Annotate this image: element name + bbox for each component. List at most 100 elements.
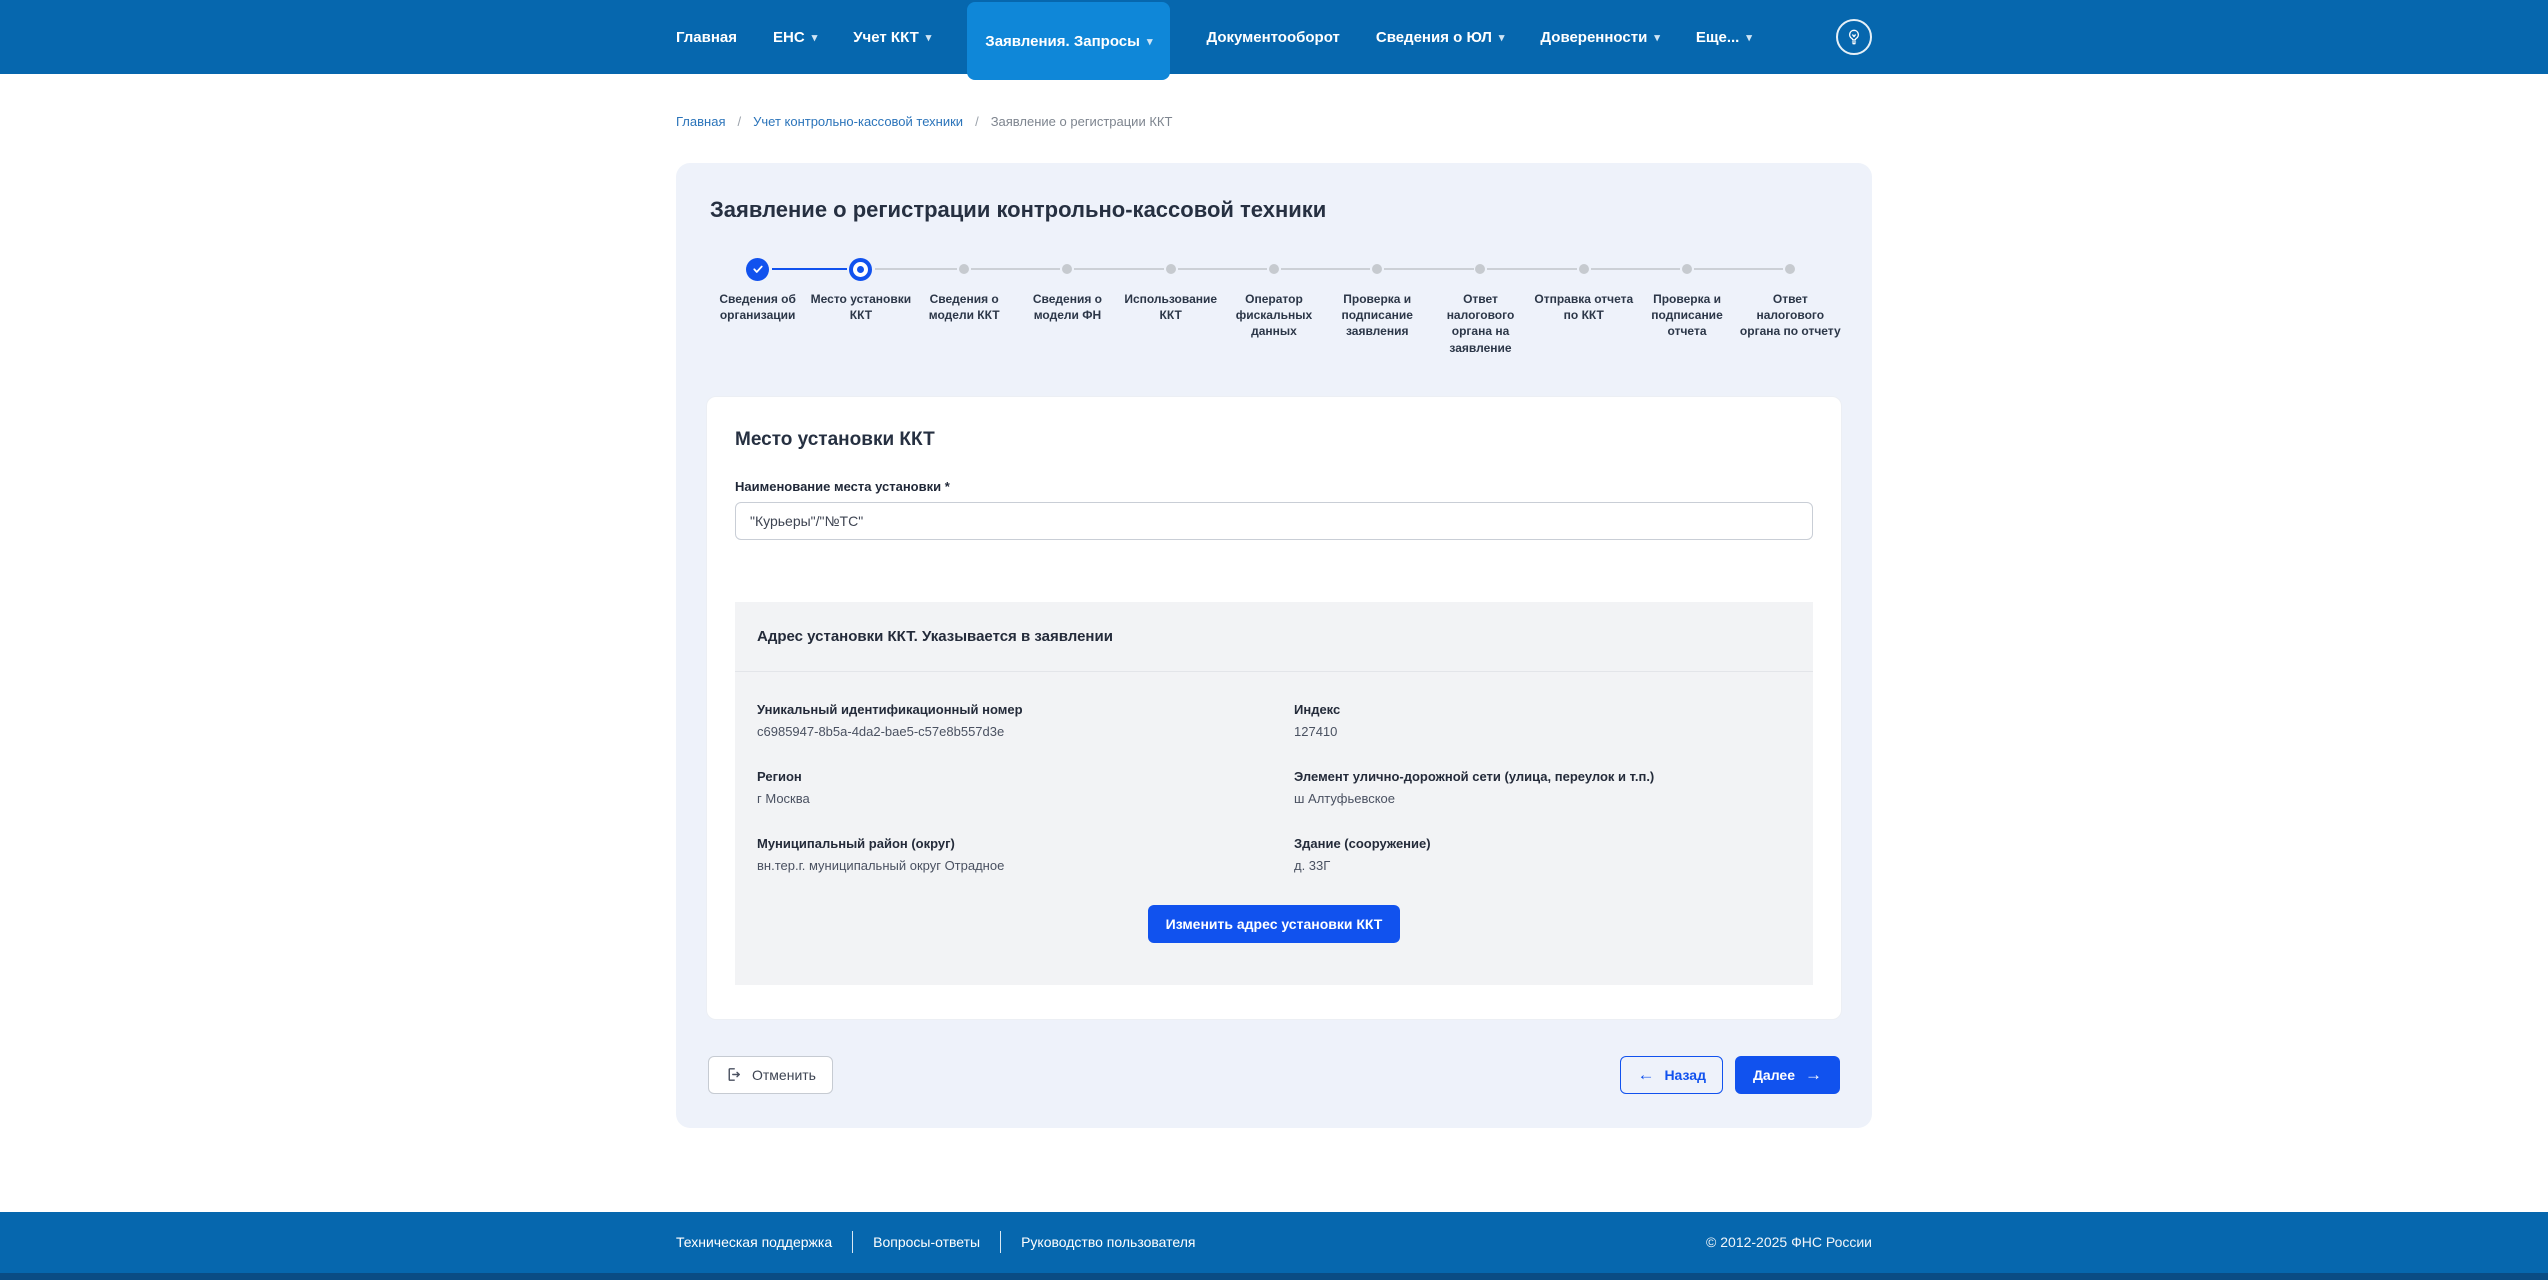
step-connector [1635, 268, 1680, 270]
step-dot-row [1326, 257, 1429, 281]
progress-stepper: Сведения об организацииМесто установки К… [706, 257, 1842, 356]
chevron-down-icon: ▾ [812, 31, 818, 44]
step-dot-row [1429, 257, 1532, 281]
breadcrumb-separator: / [737, 114, 741, 129]
address-field-value: г Москва [757, 791, 1254, 806]
step-label: Место установки ККТ [809, 291, 912, 323]
top-navbar: ГлавнаяЕНС▾Учет ККТ▾Заявления. Запросы▾Д… [0, 0, 2548, 74]
exit-icon [725, 1066, 742, 1083]
footer-bottom-strip [0, 1273, 2548, 1280]
back-button[interactable]: ← Назад [1620, 1056, 1723, 1094]
step-dot-row [1635, 257, 1738, 281]
nav-item-label: Доверенности [1540, 29, 1647, 46]
footer-link-1[interactable]: Техническая поддержка [676, 1234, 852, 1250]
install-place-name-label: Наименование места установки * [735, 479, 1813, 494]
form-actions: Отменить ← Назад Далее → [706, 1056, 1842, 1094]
address-field-label: Муниципальный район (округ) [757, 836, 1254, 851]
step-connector [1384, 268, 1429, 270]
section-title: Место установки ККТ [735, 429, 1813, 451]
nav-item-label: ЕНС [773, 29, 805, 46]
chevron-down-icon: ▾ [1147, 35, 1153, 48]
back-button-label: Назад [1664, 1067, 1706, 1083]
nav-item-label: Еще... [1696, 29, 1740, 46]
address-field-value: c6985947-8b5a-4da2-bae5-c57e8b557d3e [757, 724, 1254, 739]
nav-item-label: Документооборот [1206, 29, 1339, 46]
chevron-down-icon: ▾ [1746, 31, 1752, 44]
next-button-label: Далее [1753, 1067, 1795, 1083]
breadcrumb-item-2[interactable]: Учет контрольно-кассовой техники [753, 114, 963, 129]
footer-link-3[interactable]: Руководство пользователя [1001, 1234, 1215, 1250]
chevron-down-icon: ▾ [1499, 31, 1505, 44]
step-pending-dot [1579, 264, 1589, 274]
step-pending-dot [1062, 264, 1072, 274]
step-7-pending: Проверка и подписание заявления [1326, 257, 1429, 356]
address-field: Регионг Москва [757, 769, 1254, 806]
address-field-label: Элемент улично-дорожной сети (улица, пер… [1294, 769, 1791, 784]
step-4-pending: Сведения о модели ФН [1016, 257, 1119, 356]
footer-links: Техническая поддержкаВопросы-ответыРуков… [676, 1231, 1215, 1253]
step-connector [1532, 268, 1577, 270]
arrow-left-icon: ← [1637, 1066, 1654, 1083]
install-place-name-input[interactable] [735, 502, 1813, 540]
step-dot-row [706, 257, 809, 281]
step-dot-row [1016, 257, 1119, 281]
nav-item-8[interactable]: Еще... ▾ [1696, 0, 1752, 74]
breadcrumb: Главная / Учет контрольно-кассовой техники… [676, 74, 1872, 129]
step-pending-dot [1166, 264, 1176, 274]
step-dot-row [809, 257, 912, 281]
step-pending-dot [1682, 264, 1692, 274]
footer-link-2[interactable]: Вопросы-ответы [853, 1234, 1000, 1250]
breadcrumb-item-3: Заявление о регистрации ККТ [991, 114, 1173, 129]
step-6-pending: Оператор фискальных данных [1222, 257, 1325, 356]
step-label: Ответ налогового органа на заявление [1429, 291, 1532, 356]
nav-item-2[interactable]: ЕНС ▾ [773, 0, 817, 74]
step-connector [1074, 268, 1119, 270]
step-3-pending: Сведения о модели ККТ [913, 257, 1016, 356]
step-label: Сведения о модели ККТ [913, 291, 1016, 323]
next-button[interactable]: Далее → [1735, 1056, 1840, 1094]
copyright: © 2012-2025 ФНС России [1706, 1234, 1872, 1250]
nav-item-7[interactable]: Доверенности ▾ [1540, 0, 1659, 74]
address-field: Элемент улично-дорожной сети (улица, пер… [1294, 769, 1791, 806]
step-dot-row [1222, 257, 1325, 281]
step-1-completed[interactable]: Сведения об организации [706, 257, 809, 356]
application-card: Заявление о регистрации контрольно-кассо… [676, 163, 1872, 1128]
change-address-button[interactable]: Изменить адрес установки ККТ [1148, 905, 1401, 943]
arrow-right-icon: → [1805, 1066, 1822, 1083]
step-connector [1326, 268, 1371, 270]
step-dot-row [913, 257, 1016, 281]
nav-item-3[interactable]: Учет ККТ▾ [853, 0, 931, 74]
step-label: Отправка отчета по ККТ [1532, 291, 1635, 323]
step-connector [1429, 268, 1474, 270]
step-connector [1739, 268, 1784, 270]
breadcrumb-item-1[interactable]: Главная [676, 114, 725, 129]
step-dot-row [1119, 257, 1222, 281]
step-connector [1281, 268, 1326, 270]
address-field-value: 127410 [1294, 724, 1791, 739]
step-active-icon [849, 258, 872, 281]
cancel-button[interactable]: Отменить [708, 1056, 833, 1094]
step-completed-icon [746, 258, 769, 281]
nav-item-4[interactable]: Заявления. Запросы▾ [967, 2, 1170, 80]
chevron-down-icon: ▾ [926, 31, 932, 44]
address-field: Муниципальный район (округ)вн.тер.г. мун… [757, 836, 1254, 873]
chevron-down-icon: ▾ [1654, 31, 1660, 44]
step-connector [1591, 268, 1636, 270]
step-connector [1487, 268, 1532, 270]
step-connector [1119, 268, 1164, 270]
nav-item-1[interactable]: Главная [676, 0, 737, 74]
step-connector [913, 268, 958, 270]
step-label: Сведения об организации [706, 291, 809, 323]
main-menu: ГлавнаяЕНС▾Учет ККТ▾Заявления. Запросы▾Д… [676, 0, 1752, 80]
nav-item-5[interactable]: Документооборот [1206, 0, 1339, 74]
nav-item-6[interactable]: Сведения о ЮЛ ▾ [1376, 0, 1505, 74]
address-block-title: Адрес установки ККТ. Указывается в заявл… [735, 602, 1813, 672]
nav-item-label: Сведения о ЮЛ [1376, 29, 1492, 46]
page-body: Главная / Учет контрольно-кассовой техники… [0, 74, 2548, 1128]
step-9-pending: Отправка отчета по ККТ [1532, 257, 1635, 356]
step-2-active[interactable]: Место установки ККТ [809, 257, 912, 356]
breadcrumb-separator: / [975, 114, 979, 129]
step-label: Оператор фискальных данных [1222, 291, 1325, 340]
step-pending-dot [1372, 264, 1382, 274]
help-button[interactable] [1836, 19, 1872, 55]
